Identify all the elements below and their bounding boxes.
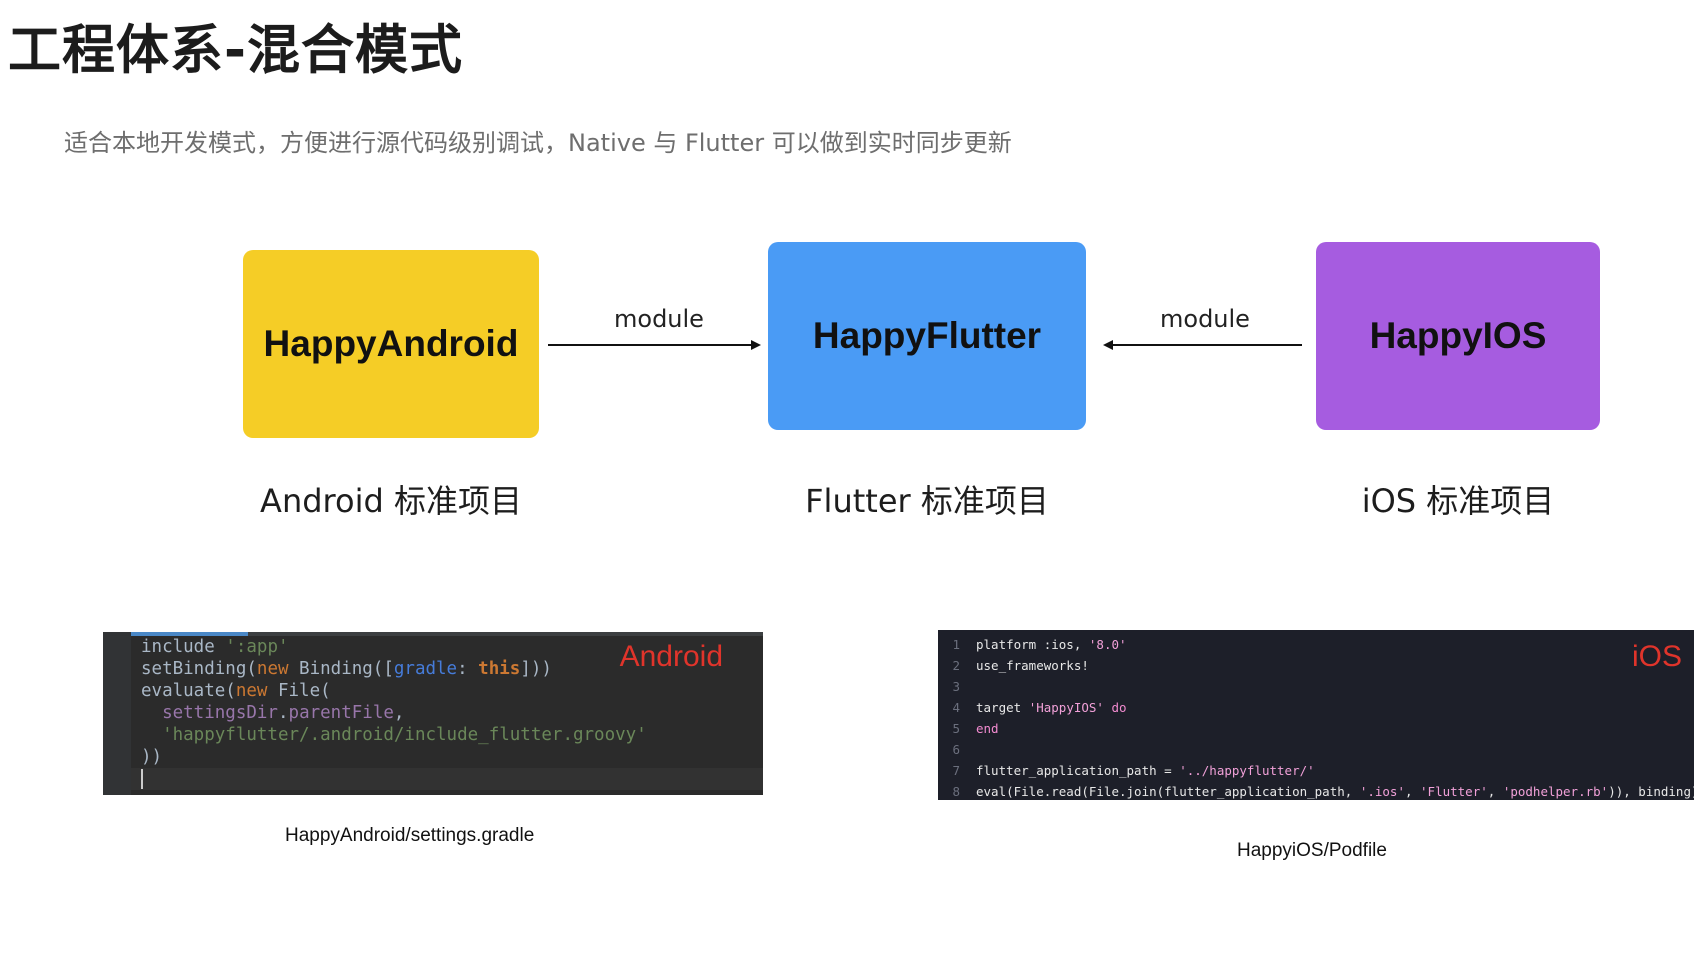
code-line: 'happyflutter/.android/include_flutter.g… (162, 725, 647, 745)
caption-flutter-project: Flutter 标准项目 (805, 482, 1049, 520)
code-line: evaluate(new File( (141, 681, 331, 701)
caption-android-project: Android 标准项目 (260, 482, 522, 520)
code-line: 2 use_frameworks! (952, 658, 1089, 673)
ios-code-text: 1 platform :ios, '8.0' 2 use_frameworks! 3… (938, 634, 1694, 800)
code-line: 5 end (952, 721, 999, 736)
code-line: 1 platform :ios, '8.0' (952, 637, 1127, 652)
ios-file-caption: HappyiOS/Podfile (1237, 840, 1387, 861)
code-line: 8 eval(File.read(File.join(flutter_applic… (952, 784, 1694, 799)
android-tag: Android (619, 640, 723, 673)
arrowhead-left-icon (1103, 340, 1113, 350)
arrowhead-right-icon (751, 340, 761, 350)
code-line: )) (141, 747, 163, 767)
arrow-label-module: module (614, 305, 704, 333)
ios-code-snippet: 1 platform :ios, '8.0' 2 use_frameworks! 3… (938, 630, 1694, 800)
arrow-label-module: module (1160, 305, 1250, 333)
code-line: 6 (952, 742, 960, 757)
code-line: 7 flutter_application_path = '../happyflu… (952, 763, 1315, 778)
caption-ios-project: iOS 标准项目 (1361, 482, 1555, 520)
android-file-caption: HappyAndroid/settings.gradle (285, 825, 535, 846)
android-code-text: include ':app' setBinding(new Binding([g… (141, 636, 647, 790)
android-code-snippet: include ':app' setBinding(new Binding([g… (103, 632, 763, 795)
code-line: setBinding(new Binding([gradle: this])) (141, 659, 552, 679)
code-line: settingsDir.parentFile, (162, 703, 405, 723)
ios-tag: iOS (1631, 640, 1682, 673)
code-line: 3 (952, 679, 960, 694)
text-cursor (141, 769, 143, 789)
code-line: include ':app' (141, 637, 289, 657)
editor-gutter (103, 632, 131, 795)
code-line: 4 target 'HappyIOS' do (952, 700, 1127, 715)
